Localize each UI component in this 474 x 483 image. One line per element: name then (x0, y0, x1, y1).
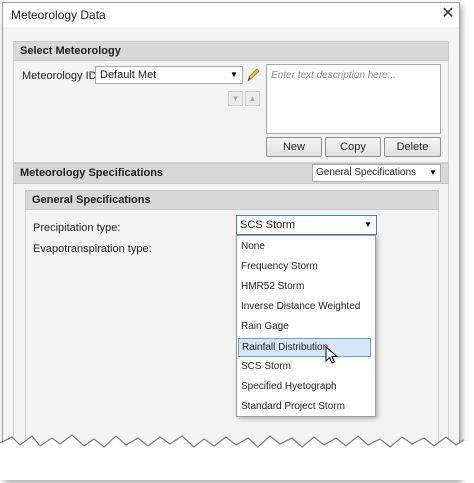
torn-edge-decoration (0, 0, 474, 483)
